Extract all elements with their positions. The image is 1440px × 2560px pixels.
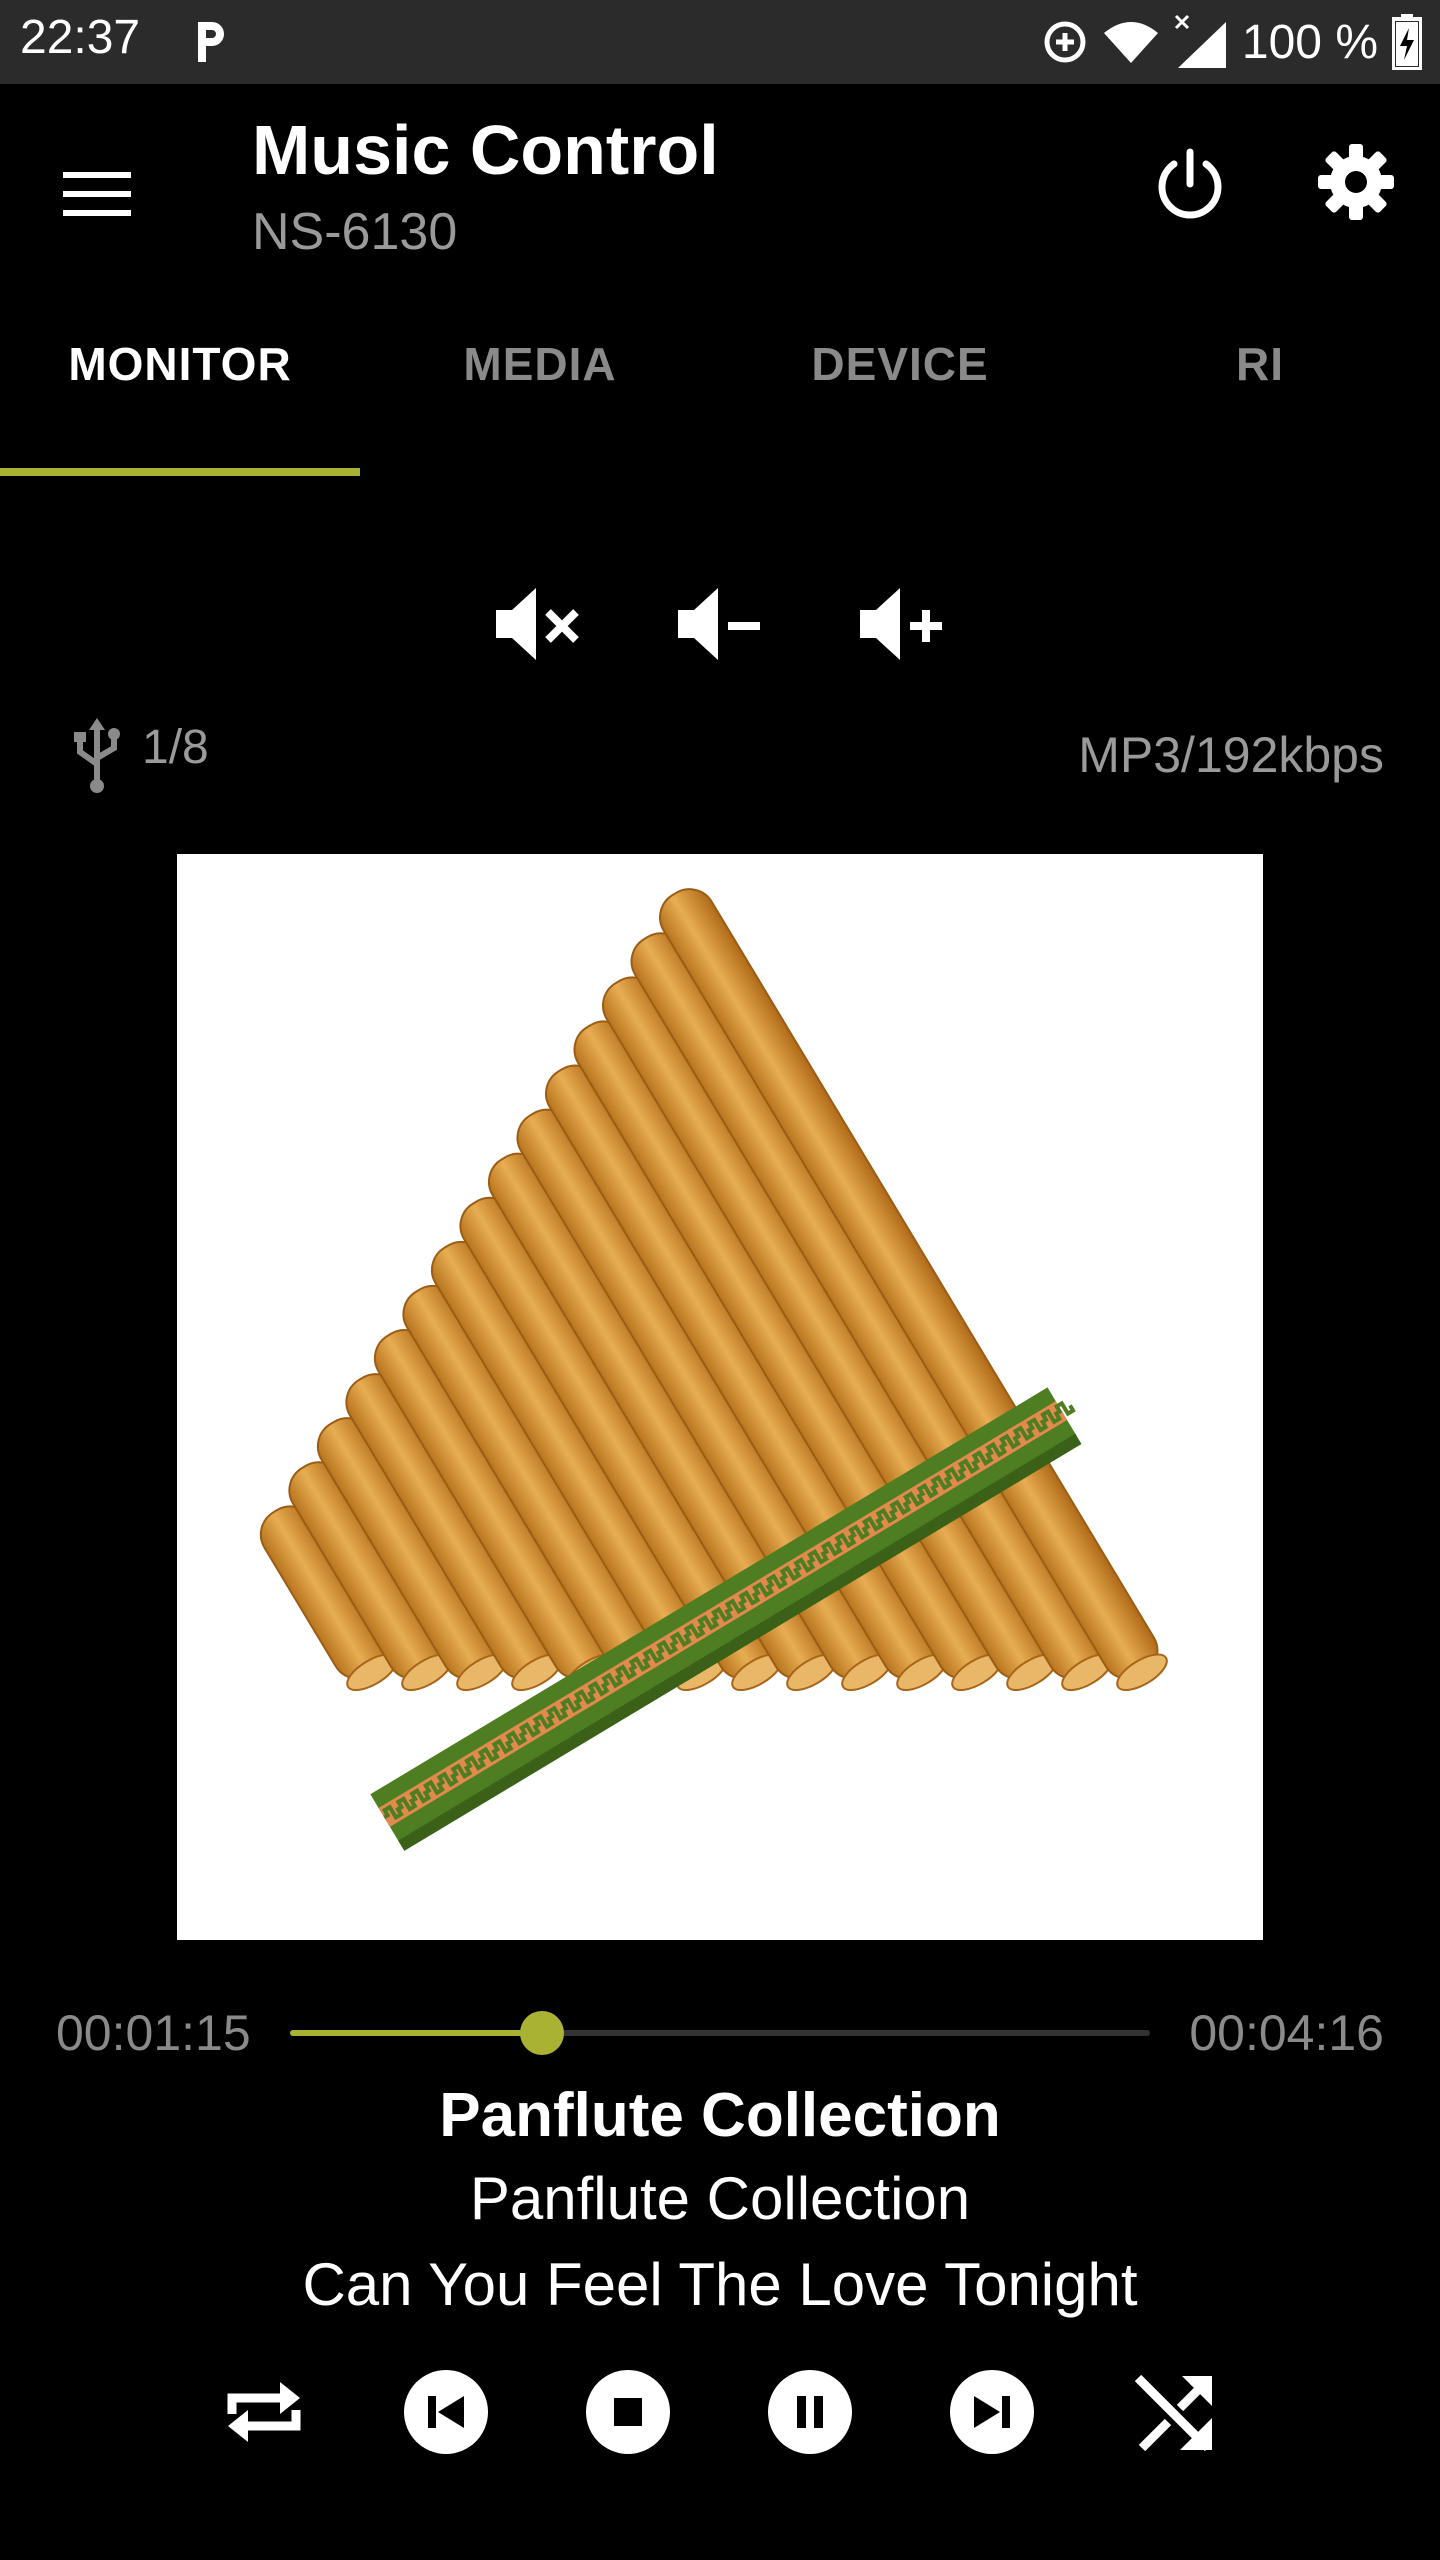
signal-icon [1174,14,1226,68]
wifi-icon [1103,22,1158,63]
active-tab-indicator [0,468,360,476]
repeat-icon[interactable] [220,2368,308,2456]
album-name: Panflute Collection [439,2081,1001,2150]
tab-monitor[interactable]: MONITOR [0,304,360,476]
app-bar: Music Control NS-6130 [0,84,1440,304]
seek-bar[interactable] [290,2008,1150,2058]
seek-thumb[interactable] [520,2011,564,2055]
volume-up-icon[interactable] [854,576,950,672]
settings-icon[interactable] [1314,140,1398,224]
volume-controls [0,576,1440,672]
track-position: 1/8 [142,721,209,774]
stop-icon[interactable] [584,2368,672,2456]
app-title: Music Control [252,111,719,189]
elapsed-time: 00:01:15 [56,2005,251,2061]
seek-progress [290,2030,542,2036]
volume-mute-icon[interactable] [490,576,586,672]
device-name: NS-6130 [252,203,458,261]
track-title: Can You Feel The Love Tonight [302,2251,1138,2318]
data-saver-icon [1044,21,1086,63]
artist-name: Panflute Collection [469,2165,971,2232]
status-time: 22:37 [20,11,141,64]
pause-icon[interactable] [766,2368,854,2456]
power-icon[interactable] [1148,142,1232,226]
parking-app-icon [198,22,224,62]
battery-charging-icon [1392,14,1422,70]
previous-icon[interactable] [402,2368,490,2456]
audio-format: MP3/192kbps [1078,727,1384,783]
tab-ri[interactable]: RI [1080,304,1440,476]
volume-down-icon[interactable] [672,576,768,672]
transport-controls [0,2368,1440,2456]
next-icon[interactable] [948,2368,1036,2456]
battery-percent: 100 % [1241,15,1378,69]
usb-icon [74,718,120,793]
status-bar: 22:37 100 % [0,0,1440,84]
panflute-image [259,888,1168,1851]
album-art [177,854,1263,1940]
total-time: 00:04:16 [1189,2005,1384,2061]
menu-icon[interactable] [55,152,139,236]
tab-device[interactable]: DEVICE [720,304,1080,476]
shuffle-icon[interactable] [1130,2368,1218,2456]
tab-media[interactable]: MEDIA [360,304,720,476]
tab-bar: MONITOR MEDIA DEVICE RI [0,304,1440,476]
